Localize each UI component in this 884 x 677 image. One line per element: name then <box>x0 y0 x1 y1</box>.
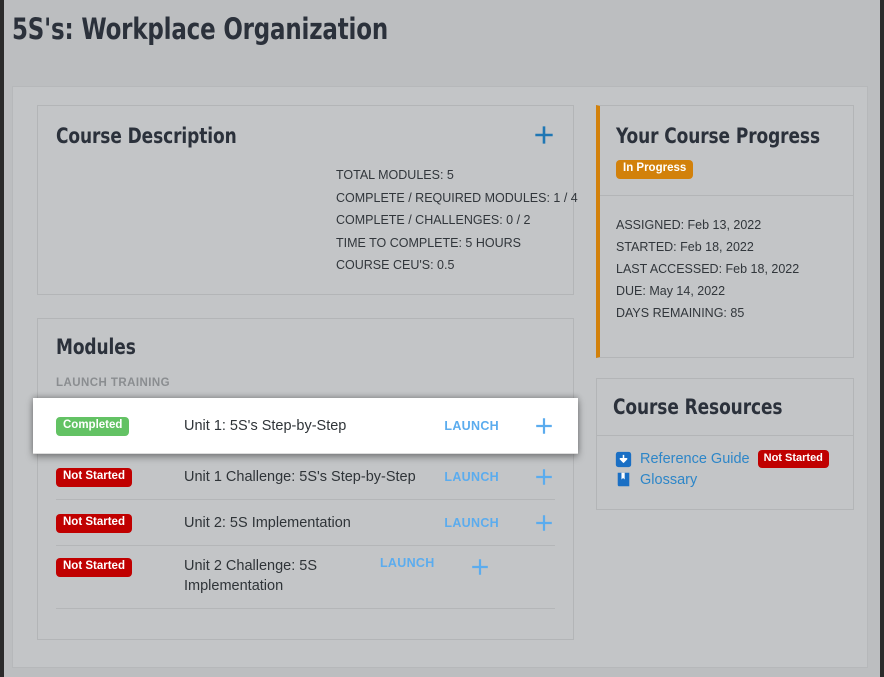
status-badge: Not Started <box>56 514 132 533</box>
resources-header: Course Resources <box>597 379 853 436</box>
table-row[interactable]: Completed Unit 1: 5S's Step-by-Step LAUN… <box>33 398 578 454</box>
progress-started: STARTED: Feb 18, 2022 <box>616 239 754 254</box>
course-resources-card: Course Resources Reference Guide Not Sta… <box>596 378 854 510</box>
resources-list: Reference Guide Not Started Glossary <box>597 436 853 501</box>
plus-icon[interactable] <box>533 466 555 488</box>
plus-icon[interactable] <box>469 556 491 578</box>
stat-total-modules: TOTAL MODULES: 5 <box>336 168 454 182</box>
modules-subtitle: LAUNCH TRAINING <box>56 377 171 389</box>
progress-days-remaining: DAYS REMAINING: 85 <box>616 305 745 320</box>
module-title: Unit 2: 5S Implementation <box>184 514 351 531</box>
content-shell: Course Description TOTAL MODULES: 5 COMP… <box>12 86 868 668</box>
table-row[interactable]: Not Started Unit 2 Challenge: 5S Impleme… <box>56 546 555 609</box>
resources-heading: Course Resources <box>613 395 783 419</box>
progress-due: DUE: May 14, 2022 <box>616 283 726 298</box>
progress-details: ASSIGNED: Feb 13, 2022 STARTED: Feb 18, … <box>600 196 853 340</box>
stat-course-ceus: COURSE CEU'S: 0.5 <box>336 258 455 272</box>
module-title: Unit 1: 5S's Step-by-Step <box>184 417 347 434</box>
course-stats-list: TOTAL MODULES: 5 COMPLETE / REQUIRED MOD… <box>336 164 578 277</box>
book-bookmark-icon <box>617 472 630 487</box>
progress-heading: Your Course Progress <box>616 124 820 148</box>
launch-link[interactable]: LAUNCH <box>444 470 499 484</box>
plus-icon[interactable] <box>533 415 555 437</box>
stat-complete-challenges: COMPLETE / CHALLENGES: 0 / 2 <box>336 213 531 227</box>
progress-assigned: ASSIGNED: Feb 13, 2022 <box>616 217 762 232</box>
plus-icon[interactable] <box>531 122 557 148</box>
course-progress-card: Your Course Progress In Progress ASSIGNE… <box>596 105 854 358</box>
progress-last-accessed: LAST ACCESSED: Feb 18, 2022 <box>616 261 800 276</box>
course-description-heading: Course Description <box>56 124 237 148</box>
modules-card: Modules LAUNCH TRAINING Completed Unit 1… <box>33 318 578 640</box>
modules-heading: Modules <box>56 335 136 359</box>
resource-link-glossary[interactable]: Glossary <box>640 472 697 488</box>
app-viewport: 5S's: Workplace Organization Course Desc… <box>4 0 880 677</box>
progress-header: Your Course Progress In Progress <box>600 106 853 196</box>
right-column: Your Course Progress In Progress ASSIGNE… <box>596 105 854 510</box>
module-title: Unit 1 Challenge: 5S's Step-by-Step <box>184 468 416 485</box>
status-cell: Not Started <box>56 512 184 533</box>
status-badge: Completed <box>56 417 130 436</box>
resource-link-reference-guide[interactable]: Reference Guide <box>640 451 750 467</box>
status-cell: Not Started <box>56 466 184 487</box>
left-column: Course Description TOTAL MODULES: 5 COMP… <box>33 105 578 640</box>
table-row[interactable]: Not Started Unit 2: 5S Implementation LA… <box>56 500 555 546</box>
stat-complete-required-modules: COMPLETE / REQUIRED MODULES: 1 / 4 <box>336 190 578 205</box>
launch-link[interactable]: LAUNCH <box>444 419 499 433</box>
stat-time-to-complete: TIME TO COMPLETE: 5 HOURS <box>336 235 521 250</box>
status-cell: Not Started <box>56 556 184 577</box>
download-icon <box>615 451 632 467</box>
page-title: 5S's: Workplace Organization <box>12 12 388 46</box>
module-title-text: Unit 2 Challenge: 5S Implementation <box>184 558 317 594</box>
list-item[interactable]: Glossary <box>615 471 837 488</box>
status-badge: Not Started <box>56 468 132 487</box>
launch-link[interactable]: LAUNCH <box>444 516 499 530</box>
status-badge: Not Started <box>757 450 829 468</box>
status-badge: In Progress <box>616 160 694 179</box>
status-badge: Not Started <box>56 558 132 577</box>
plus-icon[interactable] <box>533 512 555 534</box>
launch-link[interactable]: LAUNCH <box>380 556 435 570</box>
module-title: Unit 2 Challenge: 5S Implementation <box>184 556 380 596</box>
course-description-card: Course Description TOTAL MODULES: 5 COMP… <box>37 105 578 295</box>
table-row[interactable]: Not Started Unit 1 Challenge: 5S's Step-… <box>56 454 555 500</box>
status-cell: Completed <box>56 415 184 436</box>
module-list: Completed Unit 1: 5S's Step-by-Step LAUN… <box>33 398 578 609</box>
list-item[interactable]: Reference Guide Not Started <box>615 450 837 468</box>
